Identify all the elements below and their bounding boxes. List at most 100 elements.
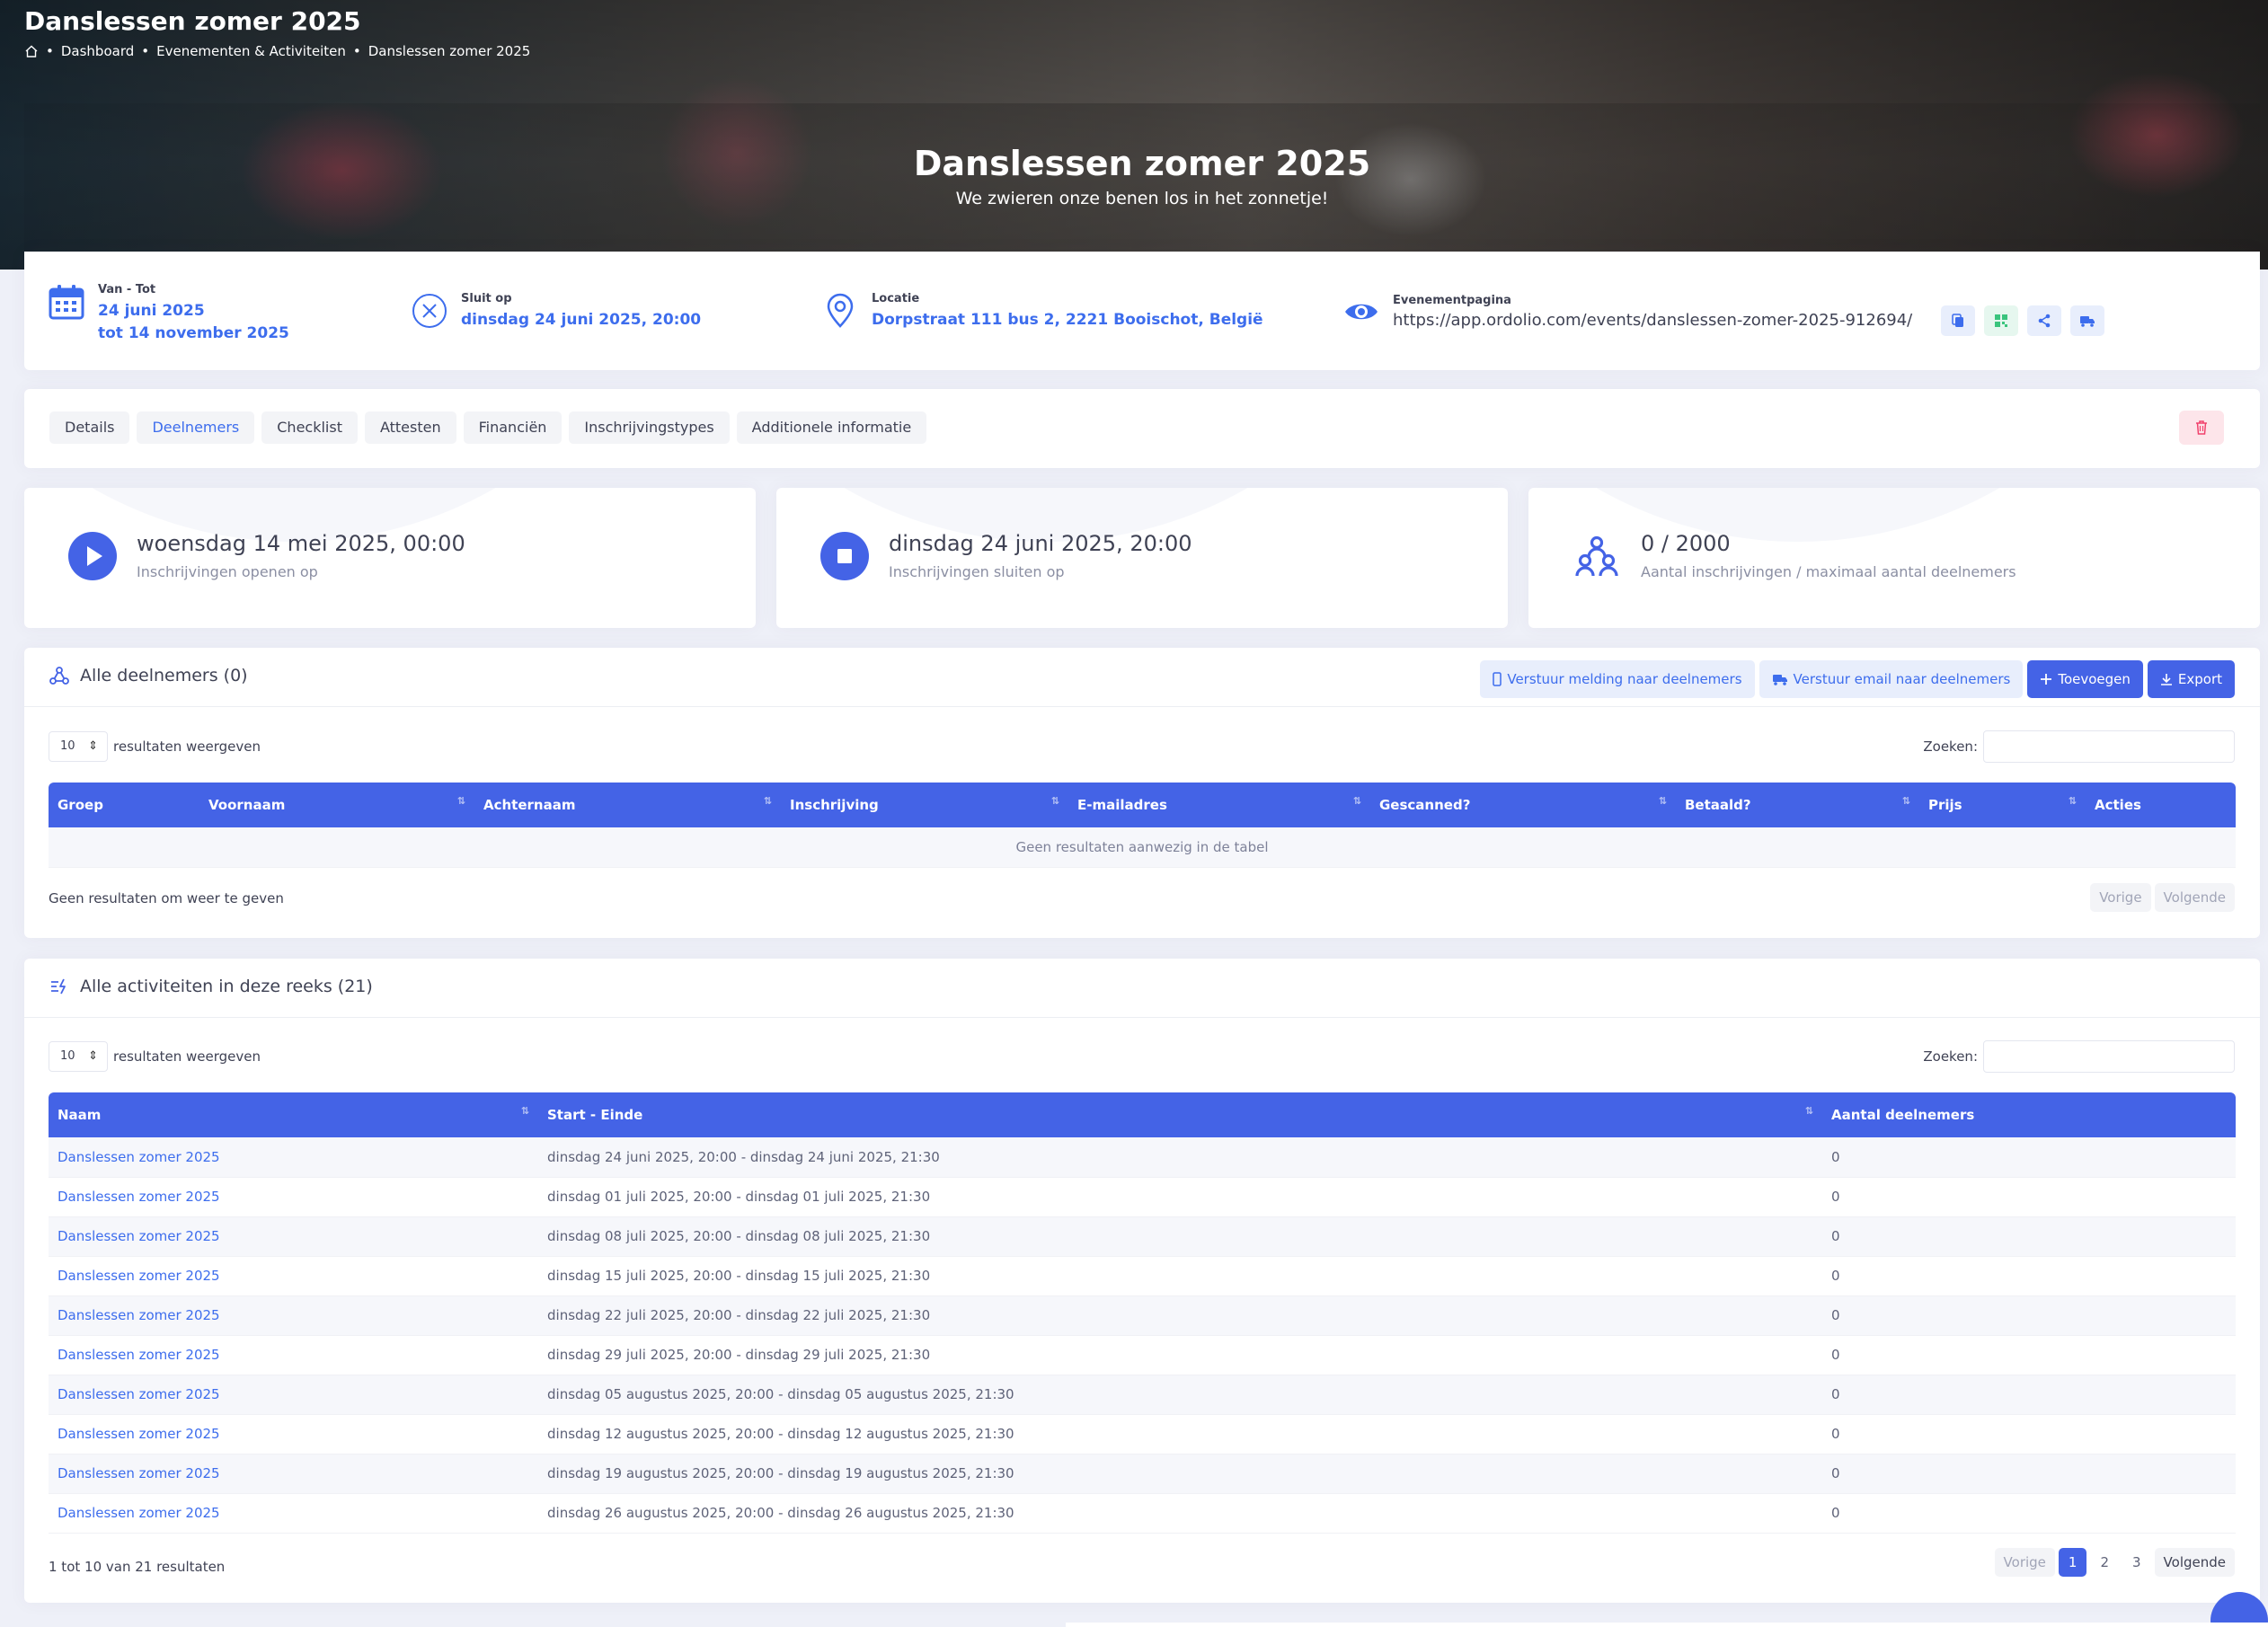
sort-icon: ⇅ xyxy=(763,795,772,807)
prev-button[interactable]: Vorige xyxy=(2090,883,2151,912)
page-3-button[interactable]: 3 xyxy=(2122,1548,2151,1577)
table-row-empty: Geen resultaten aanwezig in de tabel xyxy=(49,827,2236,868)
export-button[interactable]: Export xyxy=(2147,660,2235,698)
closes-label: Sluit op xyxy=(461,292,512,305)
qr-code-icon xyxy=(1995,314,2008,327)
next-button[interactable]: Volgende xyxy=(2154,883,2235,912)
event-info-card: Van - Tot 24 juni 2025 tot 14 november 2… xyxy=(24,252,2260,370)
share-button[interactable] xyxy=(2027,305,2062,336)
stop-icon xyxy=(820,532,869,580)
event-hero-banner: Danslessen zomer 2025 We zwieren onze be… xyxy=(24,103,2260,252)
activity-name-cell: Danslessen zomer 2025 xyxy=(49,1414,538,1455)
activities-card: Alle activiteiten in deze reeks (21) 10 … xyxy=(24,959,2260,1603)
info-dates: Van - Tot 24 juni 2025 tot 14 november 2… xyxy=(48,283,289,345)
col-aantal-deelnemers[interactable]: Aantal deelnemers xyxy=(1822,1092,2236,1137)
add-participant-button[interactable]: Toevoegen xyxy=(2027,660,2143,698)
activity-link[interactable]: Danslessen zomer 2025 xyxy=(58,1189,220,1205)
activity-count-cell: 0 xyxy=(1822,1137,2236,1178)
activity-link[interactable]: Danslessen zomer 2025 xyxy=(58,1307,220,1323)
col-start-einde[interactable]: Start - Einde ⇅ xyxy=(538,1092,1822,1137)
table-row: Danslessen zomer 2025 dinsdag 12 augustus… xyxy=(49,1414,2236,1455)
trash-icon xyxy=(2196,420,2207,435)
activity-link[interactable]: Danslessen zomer 2025 xyxy=(58,1505,220,1521)
length-label: resultaten weergeven xyxy=(113,1048,261,1065)
mail-share-button[interactable] xyxy=(2070,305,2105,336)
search-input[interactable] xyxy=(1983,1040,2235,1073)
sort-icon: ⇅ xyxy=(456,795,465,807)
tab-deelnemers[interactable]: Deelnemers xyxy=(137,411,255,444)
plus-icon xyxy=(2041,674,2052,685)
activity-link[interactable]: Danslessen zomer 2025 xyxy=(58,1426,220,1442)
activities-header: Alle activiteiten in deze reeks (21) xyxy=(24,959,2260,1018)
sort-icon: ⇅ xyxy=(520,1105,529,1117)
page-1-button[interactable]: 1 xyxy=(2058,1548,2087,1577)
copy-url-button[interactable] xyxy=(1941,305,1976,336)
participants-search: Zoeken: xyxy=(1923,730,2235,763)
activity-link[interactable]: Danslessen zomer 2025 xyxy=(58,1149,220,1165)
activity-range-cell: dinsdag 24 juni 2025, 20:00 - dinsdag 24… xyxy=(538,1137,1822,1178)
page-length-select[interactable]: 10 xyxy=(49,731,108,762)
activity-link[interactable]: Danslessen zomer 2025 xyxy=(58,1228,220,1244)
tab-attesten[interactable]: Attesten xyxy=(364,411,456,444)
date-to: tot 14 november 2025 xyxy=(98,324,289,342)
col-groep[interactable]: Groep xyxy=(49,783,199,827)
qr-code-button[interactable] xyxy=(1984,305,2019,336)
activity-count-cell: 0 xyxy=(1822,1414,2236,1455)
send-notification-button[interactable]: Verstuur melding naar deelnemers xyxy=(1480,660,1755,698)
next-button[interactable]: Volgende xyxy=(2154,1548,2235,1577)
calendar-icon xyxy=(49,285,84,320)
col-inschrijving[interactable]: Inschrijving ⇅ xyxy=(781,783,1068,827)
activities-table-body: Danslessen zomer 2025 dinsdag 24 juni 202… xyxy=(49,1137,2236,1534)
activity-name-cell: Danslessen zomer 2025 xyxy=(49,1177,538,1217)
location-value[interactable]: Dorpstraat 111 bus 2, 2221 Booischot, Be… xyxy=(872,309,1263,332)
breadcrumb-item-dashboard[interactable]: Dashboard xyxy=(61,43,134,59)
send-email-button[interactable]: Verstuur email naar deelnemers xyxy=(1759,660,2024,698)
activity-range-cell: dinsdag 26 augustus 2025, 20:00 - dinsda… xyxy=(538,1493,1822,1534)
col-achternaam[interactable]: Achternaam ⇅ xyxy=(474,783,781,827)
tabs-card: Details Deelnemers Checklist Attesten Fi… xyxy=(24,389,2260,468)
col-naam[interactable]: Naam ⇅ xyxy=(49,1092,538,1137)
table-row: Danslessen zomer 2025 dinsdag 08 juli 202… xyxy=(49,1216,2236,1257)
activity-link[interactable]: Danslessen zomer 2025 xyxy=(58,1386,220,1402)
activity-name-cell: Danslessen zomer 2025 xyxy=(49,1137,538,1178)
page-length-select[interactable]: 10 xyxy=(49,1041,108,1072)
tab-details[interactable]: Details xyxy=(49,411,130,444)
sort-icon: ⇅ xyxy=(1050,795,1059,807)
activity-link[interactable]: Danslessen zomer 2025 xyxy=(58,1268,220,1284)
tab-additionele-informatie[interactable]: Additionele informatie xyxy=(736,411,927,444)
breadcrumb-item-events[interactable]: Evenementen & Activiteiten xyxy=(156,43,346,59)
col-emailadres[interactable]: E-mailadres ⇅ xyxy=(1068,783,1370,827)
delete-event-button[interactable] xyxy=(2179,411,2224,445)
activity-link[interactable]: Danslessen zomer 2025 xyxy=(58,1347,220,1363)
activity-count-cell: 0 xyxy=(1822,1335,2236,1375)
page-2-button[interactable]: 2 xyxy=(2090,1548,2119,1577)
search-label: Zoeken: xyxy=(1923,1048,1978,1065)
home-icon[interactable] xyxy=(24,44,39,58)
eventpage-url[interactable]: https://app.ordolio.com/events/danslesse… xyxy=(1393,311,1912,330)
sort-icon: ⇅ xyxy=(1352,795,1361,807)
col-acties: Acties xyxy=(2095,797,2141,813)
search-label: Zoeken: xyxy=(1923,738,1978,755)
activity-range-cell: dinsdag 05 augustus 2025, 20:00 - dinsda… xyxy=(538,1375,1822,1415)
activity-range-cell: dinsdag 22 juli 2025, 20:00 - dinsdag 22… xyxy=(538,1295,1822,1336)
activity-link[interactable]: Danslessen zomer 2025 xyxy=(58,1465,220,1481)
search-input[interactable] xyxy=(1983,730,2235,763)
prev-button[interactable]: Vorige xyxy=(1994,1548,2055,1577)
col-prijs[interactable]: Prijs ⇅ xyxy=(1919,783,2086,827)
col-gescanned[interactable]: Gescanned? ⇅ xyxy=(1370,783,1676,827)
lightning-list-icon xyxy=(51,978,66,995)
activity-name-cell: Danslessen zomer 2025 xyxy=(49,1335,538,1375)
stat-close-value: dinsdag 24 juni 2025, 20:00 xyxy=(889,531,1192,556)
col-betaald[interactable]: Betaald? ⇅ xyxy=(1676,783,1919,827)
location-label: Locatie xyxy=(872,292,920,305)
eye-icon xyxy=(1345,304,1378,320)
tab-inschrijvingstypes[interactable]: Inschrijvingstypes xyxy=(569,411,730,444)
breadcrumb: • Dashboard • Evenementen & Activiteiten… xyxy=(24,43,530,59)
tab-financien[interactable]: Financiën xyxy=(463,411,563,444)
participants-info: Geen resultaten om weer te geven xyxy=(49,890,284,906)
tab-checklist[interactable]: Checklist xyxy=(261,411,358,444)
info-closes: Sluit op dinsdag 24 juni 2025, 20:00 xyxy=(411,292,701,332)
empty-message: Geen resultaten aanwezig in de tabel xyxy=(49,827,2236,868)
col-voornaam[interactable]: Voornaam ⇅ xyxy=(199,783,474,827)
eventpage-label: Evenementpagina xyxy=(1393,294,1511,307)
